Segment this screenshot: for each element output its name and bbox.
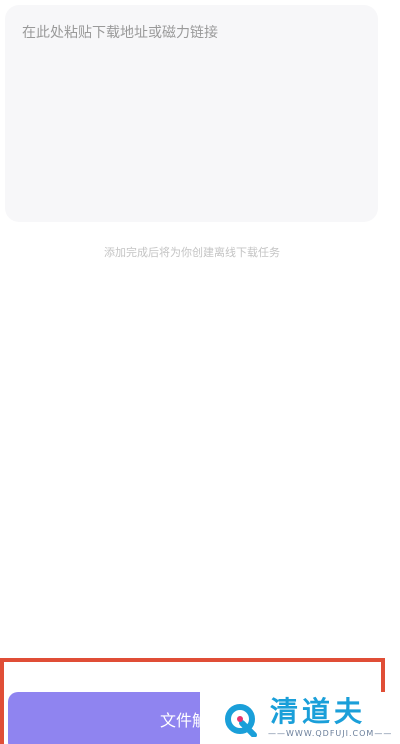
page: 添加完成后将为你创建离线下载任务 文件解 清道夫 ——WWW.QDFUJI.CO… (0, 0, 400, 744)
watermark-logo-icon (225, 704, 257, 737)
watermark-url: ——WWW.QDFUJI.COM—— (268, 729, 393, 738)
watermark: 清道夫 ——WWW.QDFUJI.COM—— (200, 692, 400, 744)
hint-text: 添加完成后将为你创建离线下载任务 (104, 246, 280, 259)
watermark-name: 清道夫 (270, 695, 367, 728)
link-input[interactable] (5, 5, 378, 222)
